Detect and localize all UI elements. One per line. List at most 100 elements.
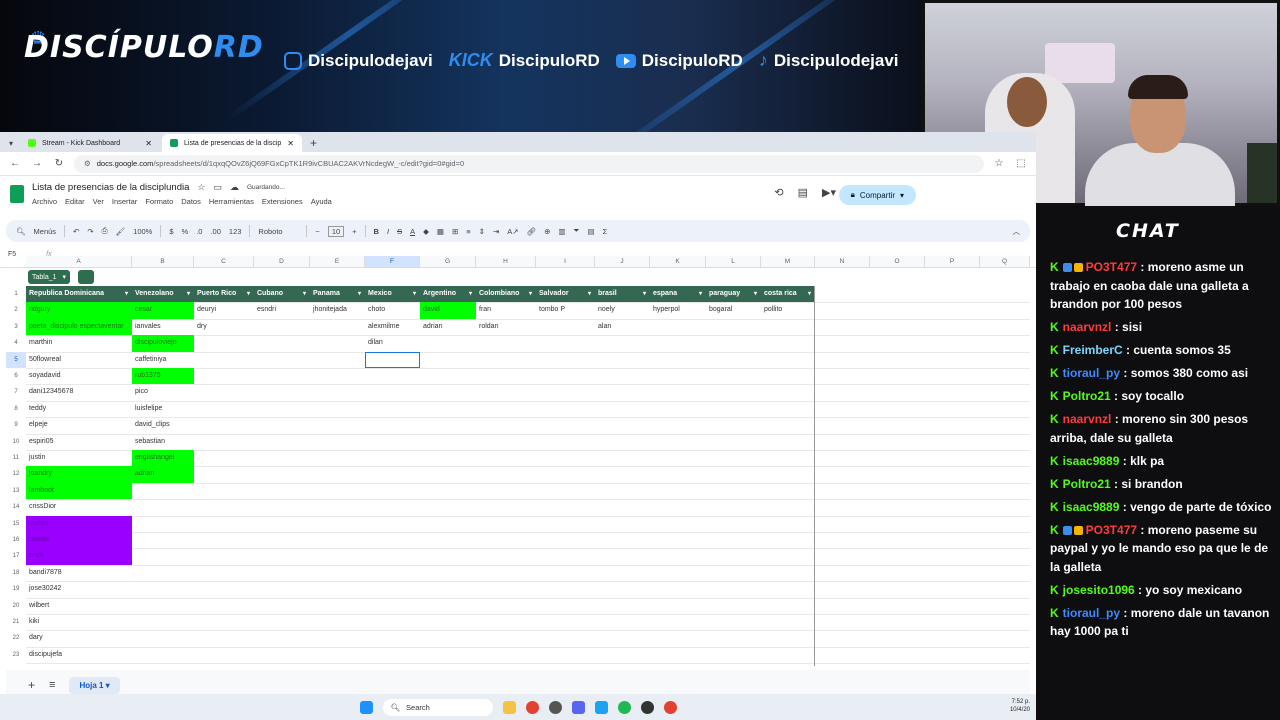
table-cell[interactable]: oviedo [26, 532, 132, 549]
row-header[interactable]: 11 [6, 450, 26, 466]
comments-icon[interactable]: ▤ [798, 186, 808, 199]
row-header[interactable]: 14 [6, 499, 26, 515]
windows-start-icon[interactable] [359, 700, 373, 714]
table-cell[interactable]: ridgury [26, 302, 132, 319]
collapse-icon[interactable]: ︿ [1013, 226, 1021, 237]
table-cell[interactable]: lamboot [26, 482, 132, 500]
table-cell[interactable]: discipuloviejo [132, 335, 194, 352]
sheet-tab-hoja1[interactable]: Hoja 1 ▾ [69, 676, 120, 694]
close-icon[interactable]: ✕ [145, 139, 152, 148]
column-header[interactable]: M [761, 256, 815, 268]
taskbar-search[interactable]: 🔍︎ Search [382, 698, 493, 716]
wrap-icon[interactable]: ⇥ [493, 227, 499, 236]
menu-ayuda[interactable]: Ayuda [311, 197, 332, 206]
history-icon[interactable]: ⟲ [774, 186, 783, 199]
table-header-cell[interactable]: Puerto Rico ▾ [194, 286, 254, 302]
column-header[interactable]: G [420, 256, 476, 268]
table-header-cell[interactable]: paraguay ▾ [706, 286, 761, 302]
active-cell-selection[interactable] [365, 351, 420, 368]
table-cell[interactable]: adrian [420, 319, 476, 335]
table-cell[interactable]: hyperpol [650, 302, 706, 318]
table-header-cell[interactable]: Argentino ▾ [420, 286, 476, 302]
column-header[interactable]: P [925, 256, 980, 268]
table-cell[interactable]: englishangel [132, 450, 194, 467]
column-menu-icon[interactable]: ▾ [187, 286, 190, 302]
file-explorer-icon[interactable] [502, 700, 516, 714]
table-header-cell[interactable]: Republica Dominicana ▾ [26, 286, 132, 302]
column-menu-icon[interactable]: ▾ [247, 286, 250, 302]
row-header[interactable]: 16 [6, 532, 26, 548]
table-name-chip[interactable]: Tabla_1 ▾ [28, 270, 70, 284]
table-cell[interactable]: ianvales [132, 319, 194, 335]
tab-kick-dashboard[interactable]: Stream - Kick Dashboard ✕ [20, 134, 160, 152]
search-menus-icon[interactable]: 🔍︎ [16, 227, 26, 236]
table-cell[interactable]: noely [595, 302, 650, 318]
italic-icon[interactable]: I [387, 227, 389, 236]
row-header[interactable]: 15 [6, 516, 26, 532]
row-header[interactable]: 2 [6, 302, 26, 318]
chat-username[interactable]: naarvnzl [1063, 412, 1112, 426]
fill-color-icon[interactable]: ◆ [423, 227, 429, 236]
back-icon[interactable]: ← [8, 158, 22, 169]
discord-icon[interactable] [571, 700, 585, 714]
zoom-select[interactable]: 100% [133, 227, 152, 236]
percent-button[interactable]: % [182, 227, 189, 236]
link-icon[interactable]: 🔗︎ [527, 227, 537, 236]
paint-format-icon[interactable]: 🖌︎ [116, 227, 126, 236]
column-header[interactable]: O [870, 256, 925, 268]
menu-insertar[interactable]: Insertar [112, 197, 137, 206]
table-cell[interactable]: bogaral [706, 302, 761, 318]
chat-username[interactable]: PO3T477 [1086, 523, 1137, 537]
number-format-button[interactable]: 123 [229, 227, 242, 236]
tab-sheets[interactable]: Lista de presencias de la discip ✕ [162, 134, 302, 152]
merge-icon[interactable]: ⊞ [452, 227, 458, 236]
bookmark-star-icon[interactable]: ☆ [992, 158, 1006, 169]
table-header-cell[interactable]: brasil ▾ [595, 286, 650, 302]
column-menu-icon[interactable]: ▾ [588, 286, 591, 302]
table-cell[interactable]: tombo P [536, 302, 595, 318]
table-header-cell[interactable]: costa rica ▾ [761, 286, 815, 302]
row-header[interactable]: 23 [6, 647, 26, 663]
system-clock[interactable]: 7:52 p. 10/4/20 [1010, 698, 1030, 714]
column-header[interactable]: N [815, 256, 870, 268]
table-cell[interactable]: dry [194, 319, 254, 335]
table-cell[interactable]: pico [132, 384, 194, 400]
column-menu-icon[interactable]: ▾ [303, 286, 306, 302]
all-sheets-icon[interactable]: ≡ [49, 679, 55, 691]
comment-icon[interactable]: ⊕ [544, 227, 550, 236]
chat-username[interactable]: Poltro21 [1063, 477, 1111, 491]
row-header[interactable]: 9 [6, 417, 26, 433]
column-header[interactable]: F [365, 256, 420, 268]
chat-username[interactable]: FreimberC [1063, 343, 1123, 357]
valign-icon[interactable]: ⇕ [479, 227, 485, 236]
row-header[interactable]: 17 [6, 548, 26, 564]
row-header[interactable]: 4 [6, 335, 26, 351]
chat-username[interactable]: isaac9889 [1063, 500, 1120, 514]
table-cell[interactable]: roldan [476, 319, 536, 335]
table-cell[interactable]: dilan [365, 335, 420, 351]
table-cell[interactable]: jhonitejada [310, 302, 365, 318]
url-field[interactable]: ⚙ docs.google.com/spreadsheets/d/1qxqQOvZ… [74, 154, 984, 173]
chrome-icon[interactable] [525, 700, 539, 714]
column-header[interactable]: C [194, 256, 254, 268]
tab-search-icon[interactable]: ▾ [4, 134, 18, 152]
column-menu-icon[interactable]: ▾ [358, 286, 361, 302]
table-cell[interactable]: david [420, 302, 476, 319]
column-header[interactable]: J [595, 256, 650, 268]
menu-formato[interactable]: Formato [145, 197, 173, 206]
chat-username[interactable]: PO3T477 [1086, 260, 1137, 274]
borders-icon[interactable]: ▦ [437, 227, 444, 236]
column-header[interactable]: Q [980, 256, 1030, 268]
app-icon[interactable] [594, 700, 608, 714]
column-header[interactable]: K [650, 256, 706, 268]
row-header[interactable]: 10 [6, 434, 26, 450]
chat-username[interactable]: tioraul_py [1063, 366, 1120, 380]
table-cell[interactable]: sebastian [132, 434, 194, 450]
chat-username[interactable]: Poltro21 [1063, 389, 1111, 403]
column-menu-icon[interactable]: ▾ [699, 286, 702, 302]
chat-username[interactable]: naarvnzl [1063, 320, 1112, 334]
column-header[interactable]: I [536, 256, 595, 268]
row-header[interactable]: 7 [6, 384, 26, 400]
filter-icon[interactable]: ⏷ [573, 226, 579, 236]
star-icon[interactable]: ☆ [197, 182, 205, 193]
